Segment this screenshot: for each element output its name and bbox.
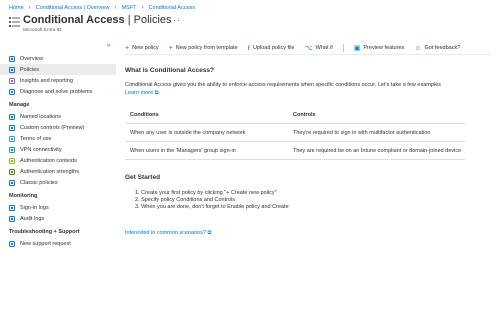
learn-more-link[interactable]: Learn more ⧉ <box>125 90 159 96</box>
sidebar-item-label: Audit logs <box>20 215 45 222</box>
classic-policies-icon <box>9 179 15 186</box>
external-link-icon: ⧉ <box>154 90 159 96</box>
sidebar-item-policies[interactable]: Policies <box>0 64 116 75</box>
plus-icon: + <box>125 44 130 52</box>
sidebar-item-label: Classic policies <box>20 179 58 186</box>
terms-of-use-icon <box>9 135 15 142</box>
breadcrumb: Home › Conditional Access | Overview › M… <box>9 3 195 12</box>
list-icon <box>9 17 20 27</box>
sidebar-item-label: Terms of use <box>20 135 52 142</box>
table-cell-control: They're required to sign in with multifa… <box>293 130 431 136</box>
what-is-ca-description: Conditional Access gives you the ability… <box>125 82 441 96</box>
sign-in-logs-icon <box>9 204 15 211</box>
page-header: Conditional Access | Policies ··· Micros… <box>9 14 489 36</box>
vpn-icon <box>9 146 15 153</box>
upload-icon: ⭱ <box>247 44 250 52</box>
sidebar-section-header: Troubleshooting + Support <box>9 229 80 235</box>
command-bar: + New policy + New policy from template ⭱ U… <box>125 42 491 55</box>
sidebar-item-diagnose[interactable]: Diagnose and solve problems <box>0 86 116 97</box>
table-cell-condition: When any user is outside the company net… <box>130 130 246 136</box>
feedback-icon: ☺ <box>414 44 422 52</box>
new-policy-from-template-button[interactable]: + New policy from template <box>169 45 238 52</box>
sidebar-item-label: Named locations <box>20 113 61 120</box>
preview-features-button[interactable]: ▣ Preview features <box>354 45 405 52</box>
auth-contexts-icon <box>9 157 15 164</box>
sidebar-item-classic-policies[interactable]: Classic policies <box>0 177 116 188</box>
auth-strengths-icon <box>9 168 15 175</box>
sidebar-item-label: Sign-in logs <box>20 204 49 211</box>
examples-table: Conditions Controls When any user is out… <box>125 106 465 160</box>
sidebar-item-label: Insights and reporting <box>20 77 73 84</box>
step-item: 1. Create your first policy by clicking … <box>135 190 277 196</box>
new-policy-button[interactable]: + New policy <box>125 45 159 52</box>
support-request-icon <box>9 240 15 247</box>
step-item: 3. When you are done, don't forget to En… <box>135 204 289 211</box>
sidebar-item-label: Policies <box>20 66 39 73</box>
custom-controls-icon <box>9 124 15 131</box>
chevron-right-icon: › <box>28 4 31 11</box>
audit-logs-icon <box>9 215 15 222</box>
toolbar-divider <box>342 44 344 52</box>
diagnose-icon <box>9 88 15 95</box>
column-header-conditions: Conditions <box>130 112 159 118</box>
sidebar-item-sign-in-logs[interactable]: Sign-in logs <box>0 202 116 213</box>
table-row: When any user is outside the company net… <box>125 124 465 142</box>
sidebar-section-header: Monitoring <box>9 193 38 199</box>
get-started-heading: Get Started <box>125 174 161 181</box>
named-locations-icon <box>9 113 15 120</box>
chevron-right-icon: › <box>114 4 117 11</box>
breadcrumb-conditional-access[interactable]: Conditional Access <box>149 5 195 11</box>
what-if-button[interactable]: ⌥ What if <box>305 45 333 52</box>
sidebar-item-label: Authentication contexts <box>20 157 77 164</box>
breadcrumb-ca-overview[interactable]: Conditional Access | Overview <box>36 5 110 11</box>
sidebar-item-label: Diagnose and solve problems <box>20 88 93 95</box>
sidebar-item-custom-controls[interactable]: Custom controls (Preview) <box>0 122 116 133</box>
sidebar-item-auth-strengths[interactable]: Authentication strengths <box>0 166 116 177</box>
sidebar-item-terms-of-use[interactable]: Terms of use <box>0 133 116 144</box>
chevron-right-icon: › <box>141 4 144 11</box>
page-title: Conditional Access | Policies <box>23 14 172 26</box>
sidebar-item-named-locations[interactable]: Named locations <box>0 111 116 122</box>
sidebar-item-label: Overview <box>20 55 43 62</box>
column-header-controls: Controls <box>293 112 316 118</box>
what-is-ca-heading: What is Conditional Access? <box>125 67 214 74</box>
external-link-icon: ⧉ <box>207 230 212 236</box>
get-started-steps: 1. Create your first policy by clicking … <box>135 190 289 212</box>
feedback-button[interactable]: ☺ Got feedback? <box>414 45 460 52</box>
sidebar-item-label: New support request <box>20 240 71 247</box>
sidebar-section-header: Manage <box>9 102 30 108</box>
sidebar-item-overview[interactable]: Overview <box>0 53 116 64</box>
more-icon[interactable]: ··· <box>169 15 181 25</box>
sidebar-item-label: VPN connectivity <box>20 146 62 153</box>
upload-policy-file-button[interactable]: ⭱ Upload policy file <box>248 45 295 52</box>
table-cell-condition: When users in the 'Managers' group sign-… <box>130 148 236 154</box>
sidebar-item-label: Authentication strengths <box>20 168 80 175</box>
sidebar-item-insights[interactable]: Insights and reporting <box>0 75 116 86</box>
insights-icon <box>9 77 15 84</box>
sidebar-item-support-request[interactable]: New support request <box>0 238 116 249</box>
table-header-row: Conditions Controls <box>125 106 465 124</box>
what-if-icon: ⌥ <box>304 44 313 52</box>
breadcrumb-msft[interactable]: MSFT <box>122 5 137 11</box>
overview-icon <box>9 55 15 62</box>
policies-icon <box>9 66 15 73</box>
breadcrumb-home[interactable]: Home <box>9 5 24 11</box>
table-cell-control: They are required be on an Intune compli… <box>293 148 462 154</box>
common-scenarios-link[interactable]: Interested in common scenarios? ⧉ <box>125 230 211 237</box>
sidebar-item-audit-logs[interactable]: Audit logs <box>0 213 116 224</box>
sidebar-item-vpn[interactable]: VPN connectivity <box>0 144 116 155</box>
step-item: 2. Specify policy Conditions and Control… <box>135 197 235 204</box>
collapse-sidebar-icon[interactable]: « <box>107 43 110 49</box>
preview-icon: ▣ <box>353 44 361 52</box>
sidebar-item-auth-contexts[interactable]: Authentication contexts <box>0 155 116 166</box>
plus-icon: + <box>168 44 173 52</box>
page-subtitle: Microsoft Entra ID <box>23 28 62 33</box>
sidebar-item-label: Custom controls (Preview) <box>20 124 85 131</box>
table-row: When users in the 'Managers' group sign-… <box>125 142 465 160</box>
